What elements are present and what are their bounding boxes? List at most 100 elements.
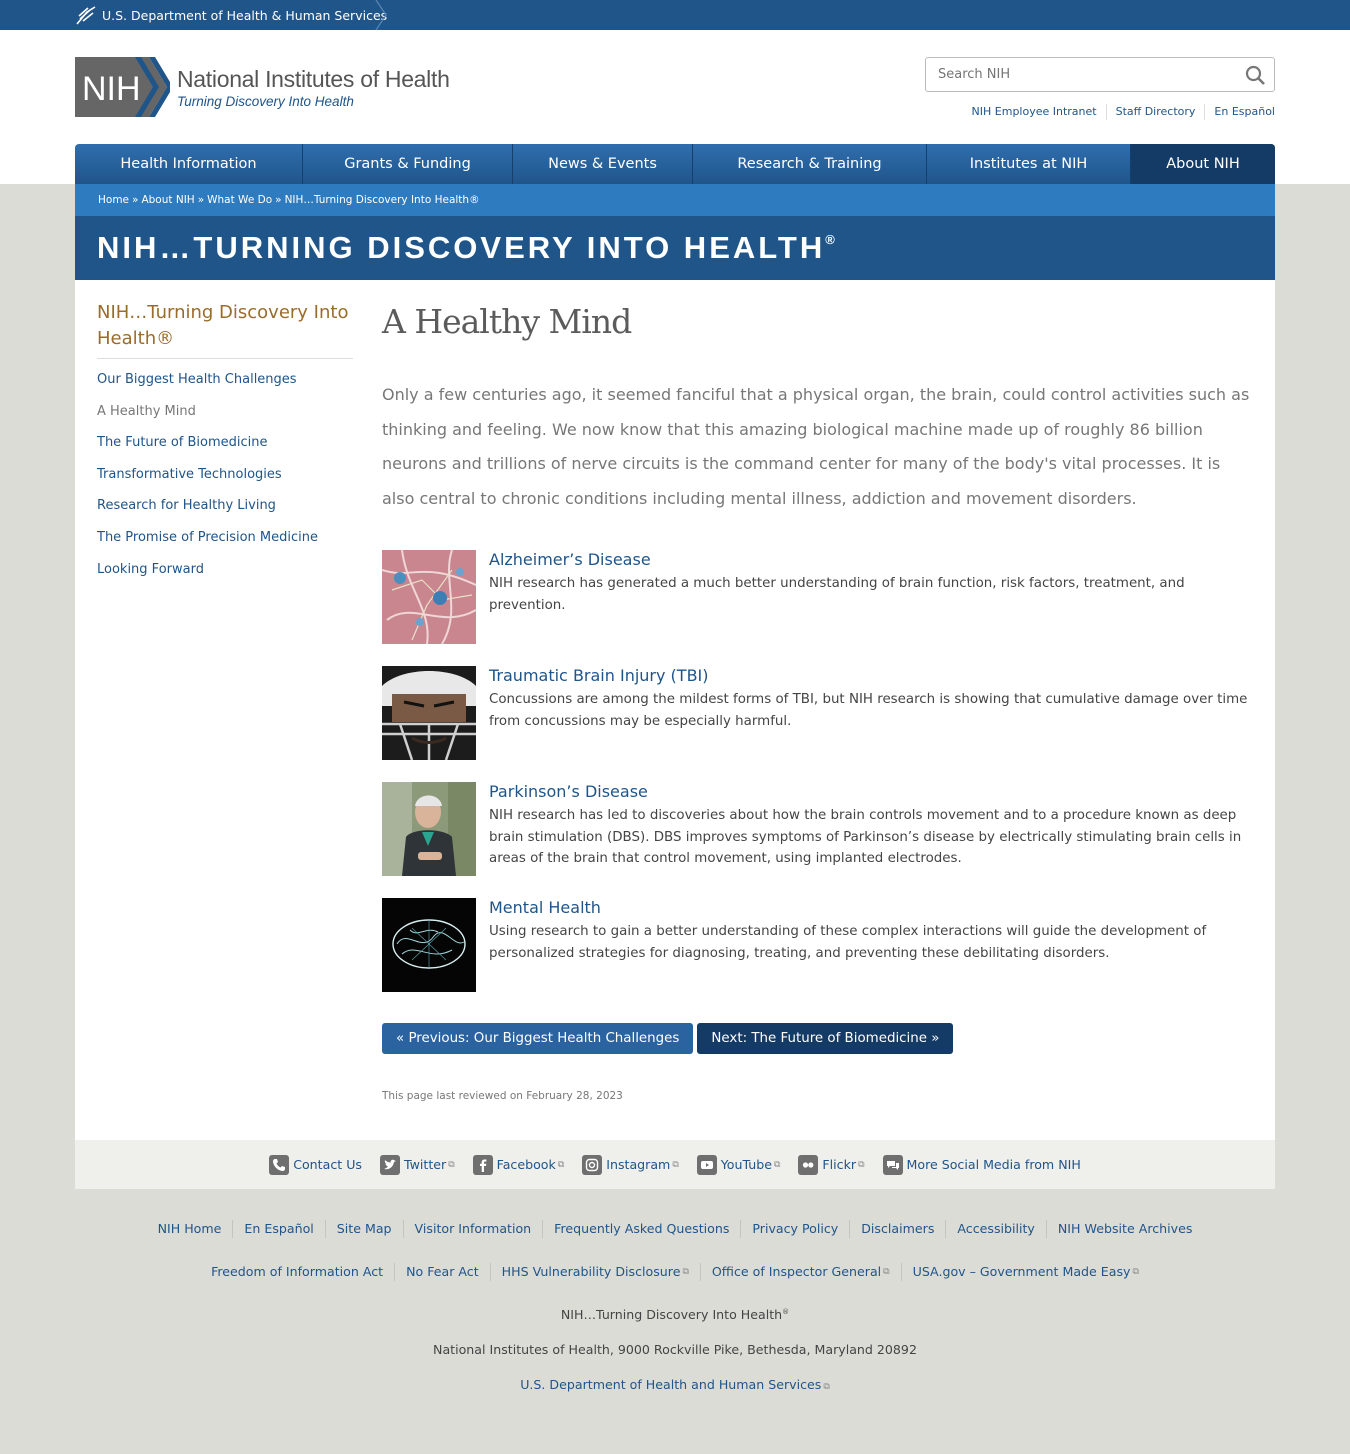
nih-logo[interactable]: NIH National Institutes of Health Turnin… — [75, 57, 450, 117]
tbi-thumbnail[interactable] — [382, 666, 476, 760]
footer-site-name: NIH…Turning Discovery Into Health® — [560, 1307, 790, 1322]
footer-link-archives[interactable]: NIH Website Archives — [1045, 1220, 1204, 1238]
breadcrumb-home[interactable]: Home — [98, 194, 129, 206]
employee-intranet-link[interactable]: NIH Employee Intranet — [963, 104, 1106, 120]
external-link-icon: ⧉ — [883, 1267, 890, 1277]
hhs-link[interactable]: U.S. Department of Health & Human Servic… — [75, 0, 387, 30]
social-label: YouTube — [720, 1157, 772, 1172]
footer-link-hhs[interactable]: U.S. Department of Health and Human Serv… — [520, 1377, 830, 1392]
breadcrumb-separator: » — [275, 194, 282, 206]
nav-grants-funding[interactable]: Grants & Funding — [303, 144, 513, 184]
main-content: A Healthy Mind Only a few centuries ago,… — [382, 302, 1257, 1102]
staff-directory-link[interactable]: Staff Directory — [1105, 104, 1205, 120]
youtube-link[interactable]: YouTube ⧉ — [696, 1154, 781, 1175]
sidebar-item: A Healthy Mind — [97, 403, 353, 421]
social-label: Instagram — [606, 1157, 671, 1172]
nav-news-events[interactable]: News & Events — [513, 144, 693, 184]
nih-mark-icon: NIH — [75, 57, 173, 117]
footer-link-vulnerability[interactable]: HHS Vulnerability Disclosure ⧉ — [489, 1263, 700, 1281]
footer-link-nih-home[interactable]: NIH Home — [147, 1220, 233, 1238]
footer-link-faq[interactable]: Frequently Asked Questions — [542, 1220, 740, 1238]
search-icon[interactable] — [1245, 65, 1266, 86]
chat-icon — [882, 1154, 903, 1175]
footer-link-inspector-general[interactable]: Office of Inspector General ⧉ — [699, 1263, 901, 1281]
section-banner: NIH…TURNING DISCOVERY INTO HEALTH® — [75, 216, 1275, 280]
sidebar-item-transformative-tech[interactable]: Transformative Technologies — [97, 467, 282, 482]
external-link-icon: ⧉ — [557, 1159, 565, 1170]
logo-title: National Institutes of Health — [177, 65, 450, 92]
external-link-icon: ⧉ — [773, 1159, 781, 1170]
external-link-icon: ⧉ — [672, 1159, 679, 1170]
main-nav: Health Information Grants & Funding News… — [75, 144, 1275, 184]
footer-link-visitor-info[interactable]: Visitor Information — [402, 1220, 543, 1238]
topic-item: Parkinson’s Disease NIH research has led… — [382, 782, 1257, 876]
pager: « Previous: Our Biggest Health Challenge… — [382, 1023, 957, 1054]
espanol-link[interactable]: En Español — [1204, 104, 1275, 120]
footer-link-no-fear-act[interactable]: No Fear Act — [394, 1263, 490, 1281]
breadcrumb-current[interactable]: NIH…Turning Discovery Into Health® — [285, 194, 480, 206]
chevron-right-icon — [375, 0, 387, 30]
sidebar-item: Our Biggest Health Challenges — [97, 371, 353, 389]
neurons-image — [382, 550, 476, 644]
more-social-media-link[interactable]: More Social Media from NIH — [882, 1154, 1081, 1175]
footer-link-privacy[interactable]: Privacy Policy — [740, 1220, 849, 1238]
sidebar-item-biggest-challenges[interactable]: Our Biggest Health Challenges — [97, 372, 297, 387]
topic-title-tbi[interactable]: Traumatic Brain Injury (TBI) — [489, 666, 1257, 686]
topic-item: Mental Health Using research to gain a b… — [382, 898, 1257, 992]
topic-title-mental-health[interactable]: Mental Health — [489, 898, 1257, 918]
nav-research-training[interactable]: Research & Training — [693, 144, 927, 184]
breadcrumb-about[interactable]: About NIH — [141, 194, 194, 206]
topic-desc: NIH research has led to discoveries abou… — [489, 808, 1242, 867]
topic-title-parkinsons[interactable]: Parkinson’s Disease — [489, 782, 1257, 802]
nav-institutes[interactable]: Institutes at NIH — [927, 144, 1131, 184]
twitter-link[interactable]: Twitter ⧉ — [379, 1154, 455, 1175]
previous-page-button[interactable]: « Previous: Our Biggest Health Challenge… — [382, 1023, 694, 1054]
footer-link-accessibility[interactable]: Accessibility — [945, 1220, 1046, 1238]
footer-links-row-2: Freedom of Information Act No Fear Act H… — [0, 1263, 1350, 1281]
sidebar-item: Transformative Technologies — [97, 466, 353, 484]
facebook-icon — [472, 1154, 493, 1175]
sidebar-item-looking-forward[interactable]: Looking Forward — [97, 562, 204, 577]
footer-link-foia[interactable]: Freedom of Information Act — [200, 1263, 394, 1281]
sidebar-item-future-biomedicine[interactable]: The Future of Biomedicine — [97, 435, 268, 450]
alzheimers-thumbnail[interactable] — [382, 550, 476, 644]
sidebar-item: The Promise of Precision Medicine — [97, 529, 353, 547]
external-link-icon: ⧉ — [1132, 1267, 1139, 1277]
parkinsons-thumbnail[interactable] — [382, 782, 476, 876]
instagram-icon — [582, 1154, 603, 1175]
section-title: NIH…TURNING DISCOVERY INTO HEALTH® — [97, 230, 835, 265]
next-page-button[interactable]: Next: The Future of Biomedicine » — [697, 1023, 954, 1054]
sidebar-title[interactable]: NIH…Turning Discovery Into Health® — [97, 300, 353, 359]
sidebar-item-precision-medicine[interactable]: The Promise of Precision Medicine — [97, 530, 318, 545]
footer-link-disclaimers[interactable]: Disclaimers — [849, 1220, 945, 1238]
facebook-link[interactable]: Facebook ⧉ — [472, 1154, 565, 1175]
nav-health-information[interactable]: Health Information — [75, 144, 303, 184]
instagram-link[interactable]: Instagram ⧉ — [582, 1154, 679, 1175]
hhs-label: U.S. Department of Health & Human Servic… — [102, 7, 388, 23]
sidebar: NIH…Turning Discovery Into Health® Our B… — [97, 300, 353, 592]
breadcrumb-separator: » — [132, 194, 139, 206]
topic-title-alzheimers[interactable]: Alzheimer’s Disease — [489, 550, 1257, 570]
utility-links: NIH Employee Intranet Staff Directory En… — [963, 104, 1275, 120]
mental-health-thumbnail[interactable] — [382, 898, 476, 992]
svg-text:NIH: NIH — [82, 70, 141, 108]
topic-desc: Using research to gain a better understa… — [489, 924, 1207, 961]
sidebar-item: Research for Healthy Living — [97, 497, 353, 515]
youtube-icon — [696, 1154, 717, 1175]
footer-link-usa-gov[interactable]: USA.gov – Government Made Easy ⧉ — [900, 1263, 1150, 1281]
sidebar-item-healthy-living[interactable]: Research for Healthy Living — [97, 498, 276, 513]
twitter-icon — [379, 1154, 400, 1175]
breadcrumb-what-we-do[interactable]: What We Do — [207, 194, 272, 206]
sidebar-item: The Future of Biomedicine — [97, 434, 353, 452]
external-link-icon: ⧉ — [682, 1267, 689, 1277]
flickr-link[interactable]: Flickr ⧉ — [798, 1154, 865, 1175]
brain-scan-image — [382, 898, 476, 992]
search-input[interactable] — [926, 58, 1226, 91]
football-helmet-image — [382, 666, 476, 760]
footer-link-espanol[interactable]: En Español — [232, 1220, 324, 1238]
phone-icon — [269, 1154, 290, 1175]
contact-us-link[interactable]: Contact Us — [269, 1154, 362, 1175]
nav-about-nih[interactable]: About NIH — [1131, 144, 1275, 184]
footer-link-site-map[interactable]: Site Map — [324, 1220, 403, 1238]
page-title: A Healthy Mind — [382, 302, 632, 341]
